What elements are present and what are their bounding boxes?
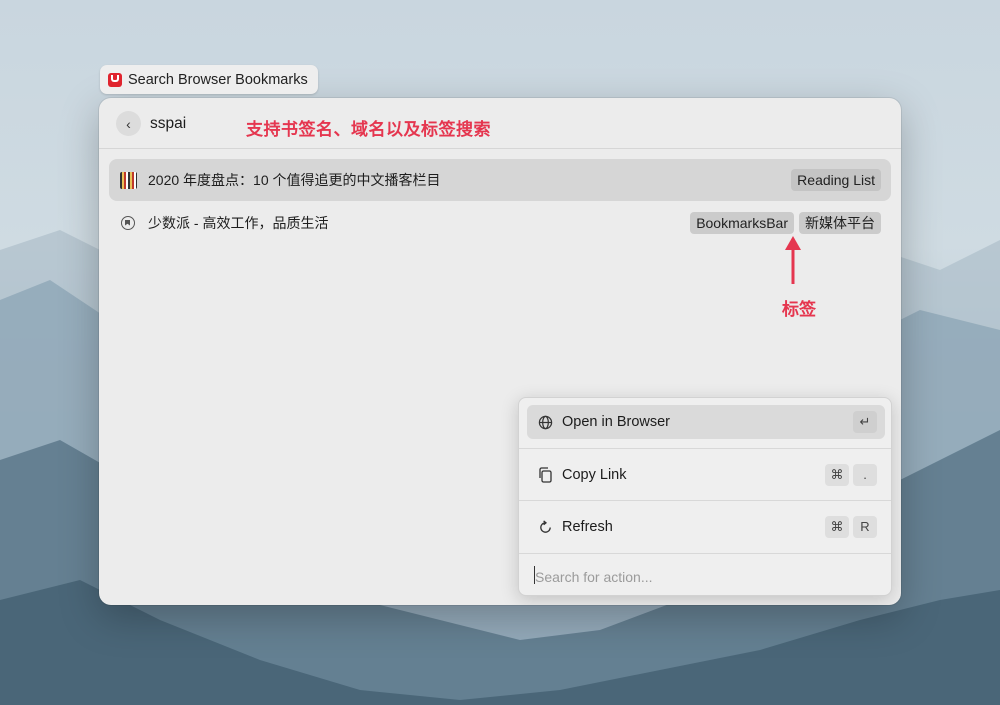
shortcut-key: R	[853, 516, 877, 538]
extension-tab[interactable]: Search Browser Bookmarks	[100, 65, 318, 94]
action-panel: Open in Browser ↵ Copy Link ⌘ . Refresh …	[518, 397, 892, 596]
favicon-image-icon	[119, 171, 137, 189]
search-hint-annotation: 支持书签名、域名以及标签搜索	[246, 120, 491, 139]
action-label: Open in Browser	[562, 414, 670, 430]
action-open-in-browser[interactable]: Open in Browser ↵	[527, 405, 885, 439]
result-title: 少数派 - 高效工作，品质生活	[148, 215, 329, 231]
bookmark-icon	[119, 214, 137, 232]
divider	[519, 448, 891, 449]
tag-badge: 新媒体平台	[799, 212, 881, 234]
refresh-icon	[537, 519, 553, 535]
action-copy-link[interactable]: Copy Link ⌘ .	[527, 458, 885, 492]
raycast-logo-icon	[108, 72, 122, 87]
search-input[interactable]: sspai	[150, 115, 186, 133]
search-bar: ‹ sspai 支持书签名、域名以及标签搜索	[99, 98, 901, 149]
tag-badge: BookmarksBar	[690, 212, 794, 234]
shortcut-key: ⌘	[825, 516, 849, 538]
globe-icon	[537, 414, 553, 430]
shortcut-key: .	[853, 464, 877, 486]
extension-title: Search Browser Bookmarks	[128, 71, 308, 88]
launcher-window: ‹ sspai 支持书签名、域名以及标签搜索 2020 年度盘点：10 个值得追…	[99, 98, 901, 605]
tag-hint-annotation: 标签	[782, 300, 816, 319]
divider	[519, 500, 891, 501]
chevron-left-icon: ‹	[126, 115, 131, 132]
action-search-input[interactable]	[535, 567, 875, 587]
result-row[interactable]: 2020 年度盘点：10 个值得追更的中文播客栏目 Reading List	[109, 159, 891, 201]
tag-badge: Reading List	[791, 169, 881, 191]
shortcut-key: ↵	[853, 411, 877, 433]
back-button[interactable]: ‹	[116, 111, 141, 136]
action-label: Refresh	[562, 519, 613, 535]
action-refresh[interactable]: Refresh ⌘ R	[527, 510, 885, 544]
action-label: Copy Link	[562, 467, 627, 483]
copy-icon	[537, 467, 553, 483]
annotation-arrow-icon	[781, 236, 805, 286]
shortcut-key: ⌘	[825, 464, 849, 486]
divider	[519, 553, 891, 554]
result-row[interactable]: 少数派 - 高效工作，品质生活 BookmarksBar 新媒体平台	[109, 202, 891, 244]
result-title: 2020 年度盘点：10 个值得追更的中文播客栏目	[148, 172, 441, 188]
